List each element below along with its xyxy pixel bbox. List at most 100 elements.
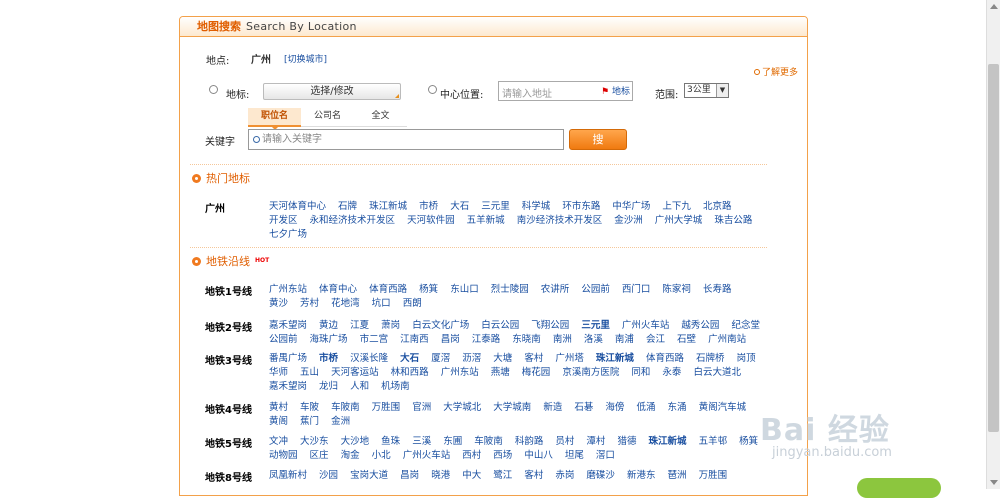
metro-station-link[interactable]: 体育中心 xyxy=(319,284,357,295)
metro-station-link[interactable]: 文冲 xyxy=(269,436,288,447)
metro-station-link[interactable]: 梅花园 xyxy=(522,367,551,378)
metro-station-link[interactable]: 西场 xyxy=(493,450,512,461)
metro-station-link[interactable]: 坑口 xyxy=(372,298,391,309)
metro-station-link[interactable]: 车陂南 xyxy=(331,402,360,413)
metro-station-link[interactable]: 白云文化广场 xyxy=(412,320,469,331)
hot-landmark-link[interactable]: 开发区 xyxy=(269,215,298,226)
metro-station-link[interactable]: 大石 xyxy=(400,353,419,364)
metro-station-link[interactable]: 杨箕 xyxy=(739,436,758,447)
scroll-thumb[interactable] xyxy=(988,64,999,432)
metro-station-link[interactable]: 金洲 xyxy=(331,416,350,427)
metro-station-link[interactable]: 鹭江 xyxy=(493,470,512,481)
metro-station-link[interactable]: 小北 xyxy=(372,450,391,461)
landmark-radio[interactable] xyxy=(209,85,218,96)
metro-station-link[interactable]: 晓港 xyxy=(431,470,450,481)
hot-landmark-link[interactable]: 市桥 xyxy=(419,201,438,212)
metro-station-link[interactable]: 白云公园 xyxy=(481,320,519,331)
metro-station-link[interactable]: 农讲所 xyxy=(541,284,570,295)
metro-station-link[interactable]: 凤凰新村 xyxy=(269,470,307,481)
center-radio[interactable] xyxy=(428,85,437,96)
metro-station-link[interactable]: 东圃 xyxy=(443,436,462,447)
tab-company[interactable]: 公司名 xyxy=(301,108,354,127)
metro-station-link[interactable]: 永泰 xyxy=(662,367,681,378)
metro-station-link[interactable]: 广州火车站 xyxy=(403,450,451,461)
metro-station-link[interactable]: 猎德 xyxy=(617,436,636,447)
metro-station-link[interactable]: 人和 xyxy=(350,381,369,392)
metro-station-link[interactable]: 蕉门 xyxy=(300,416,319,427)
hot-landmark-link[interactable]: 石牌 xyxy=(338,201,357,212)
tab-position[interactable]: 职位名 xyxy=(248,108,301,130)
metro-station-link[interactable]: 会江 xyxy=(646,334,665,345)
metro-station-link[interactable]: 厦滘 xyxy=(431,353,450,364)
hot-landmark-link[interactable]: 天河软件园 xyxy=(407,215,455,226)
hot-landmark-link[interactable]: 科学城 xyxy=(522,201,551,212)
metro-station-link[interactable]: 淘金 xyxy=(341,450,360,461)
metro-station-link[interactable]: 科韵路 xyxy=(515,436,544,447)
metro-station-link[interactable]: 滘口 xyxy=(596,450,615,461)
select-modify-button[interactable]: 选择/修改 xyxy=(263,83,401,100)
metro-station-link[interactable]: 同和 xyxy=(631,367,650,378)
metro-station-link[interactable]: 陈家祠 xyxy=(662,284,691,295)
metro-station-link[interactable]: 龙归 xyxy=(319,381,338,392)
metro-station-link[interactable]: 万胜围 xyxy=(372,402,401,413)
metro-station-link[interactable]: 区庄 xyxy=(310,450,329,461)
metro-station-link[interactable]: 宝岗大道 xyxy=(350,470,388,481)
metro-station-link[interactable]: 昌岗 xyxy=(400,470,419,481)
metro-station-link[interactable]: 东晓南 xyxy=(512,334,541,345)
metro-station-link[interactable]: 西朗 xyxy=(403,298,422,309)
metro-station-link[interactable]: 大学城南 xyxy=(493,402,531,413)
metro-station-link[interactable]: 杨箕 xyxy=(419,284,438,295)
metro-station-link[interactable]: 江泰路 xyxy=(472,334,501,345)
metro-station-link[interactable]: 机场南 xyxy=(381,381,410,392)
metro-station-link[interactable]: 东山口 xyxy=(450,284,479,295)
metro-station-link[interactable]: 黄村 xyxy=(269,402,288,413)
metro-station-link[interactable]: 车陂南 xyxy=(474,436,503,447)
metro-station-link[interactable]: 大学城北 xyxy=(443,402,481,413)
metro-station-link[interactable]: 京溪南方医院 xyxy=(562,367,619,378)
metro-station-link[interactable]: 嘉禾望岗 xyxy=(269,320,307,331)
metro-station-link[interactable]: 体育西路 xyxy=(646,353,684,364)
metro-station-link[interactable]: 市桥 xyxy=(319,353,338,364)
scroll-down-icon[interactable] xyxy=(990,480,998,485)
metro-station-link[interactable]: 纪念堂 xyxy=(731,320,760,331)
metro-station-link[interactable]: 花地湾 xyxy=(331,298,360,309)
metro-station-link[interactable]: 黄阁汽车城 xyxy=(699,402,747,413)
metro-station-link[interactable]: 洛溪 xyxy=(584,334,603,345)
metro-station-link[interactable]: 坦尾 xyxy=(565,450,584,461)
metro-station-link[interactable]: 烈士陵园 xyxy=(491,284,529,295)
metro-station-link[interactable]: 西门口 xyxy=(622,284,651,295)
metro-station-link[interactable]: 广州东站 xyxy=(441,367,479,378)
metro-station-link[interactable]: 磨碟沙 xyxy=(586,470,615,481)
scroll-up-icon[interactable] xyxy=(990,4,998,9)
metro-station-link[interactable]: 嘉禾望岗 xyxy=(269,381,307,392)
metro-station-link[interactable]: 体育西路 xyxy=(369,284,407,295)
metro-station-link[interactable]: 珠江新城 xyxy=(596,353,634,364)
metro-station-link[interactable]: 赤岗 xyxy=(555,470,574,481)
keyword-input[interactable]: 请输入关键字 xyxy=(248,129,564,150)
hot-landmark-link[interactable]: 上下九 xyxy=(662,201,691,212)
metro-station-link[interactable]: 市二宫 xyxy=(360,334,389,345)
metro-station-link[interactable]: 昌岗 xyxy=(441,334,460,345)
metro-station-link[interactable]: 大沙地 xyxy=(341,436,370,447)
metro-station-link[interactable]: 南洲 xyxy=(553,334,572,345)
metro-station-link[interactable]: 动物园 xyxy=(269,450,298,461)
metro-station-link[interactable]: 中大 xyxy=(462,470,481,481)
metro-station-link[interactable]: 石壁 xyxy=(677,334,696,345)
hot-landmark-link[interactable]: 五羊新城 xyxy=(467,215,505,226)
metro-station-link[interactable]: 石碁 xyxy=(574,402,593,413)
metro-station-link[interactable]: 广州塔 xyxy=(555,353,584,364)
metro-station-link[interactable]: 江南西 xyxy=(400,334,429,345)
metro-station-link[interactable]: 广州东站 xyxy=(269,284,307,295)
metro-station-link[interactable]: 鱼珠 xyxy=(381,436,400,447)
hot-landmark-link[interactable]: 金沙洲 xyxy=(614,215,643,226)
metro-station-link[interactable]: 车陂 xyxy=(300,402,319,413)
metro-station-link[interactable]: 华师 xyxy=(269,367,288,378)
metro-station-link[interactable]: 公园前 xyxy=(581,284,610,295)
metro-station-link[interactable]: 五羊邨 xyxy=(699,436,728,447)
range-select[interactable]: 3公里 ▼ xyxy=(684,83,729,98)
metro-station-link[interactable]: 大沙东 xyxy=(300,436,329,447)
metro-station-link[interactable]: 萧岗 xyxy=(381,320,400,331)
hot-landmark-link[interactable]: 环市东路 xyxy=(562,201,600,212)
metro-station-link[interactable]: 越秀公园 xyxy=(681,320,719,331)
metro-station-link[interactable]: 官洲 xyxy=(412,402,431,413)
